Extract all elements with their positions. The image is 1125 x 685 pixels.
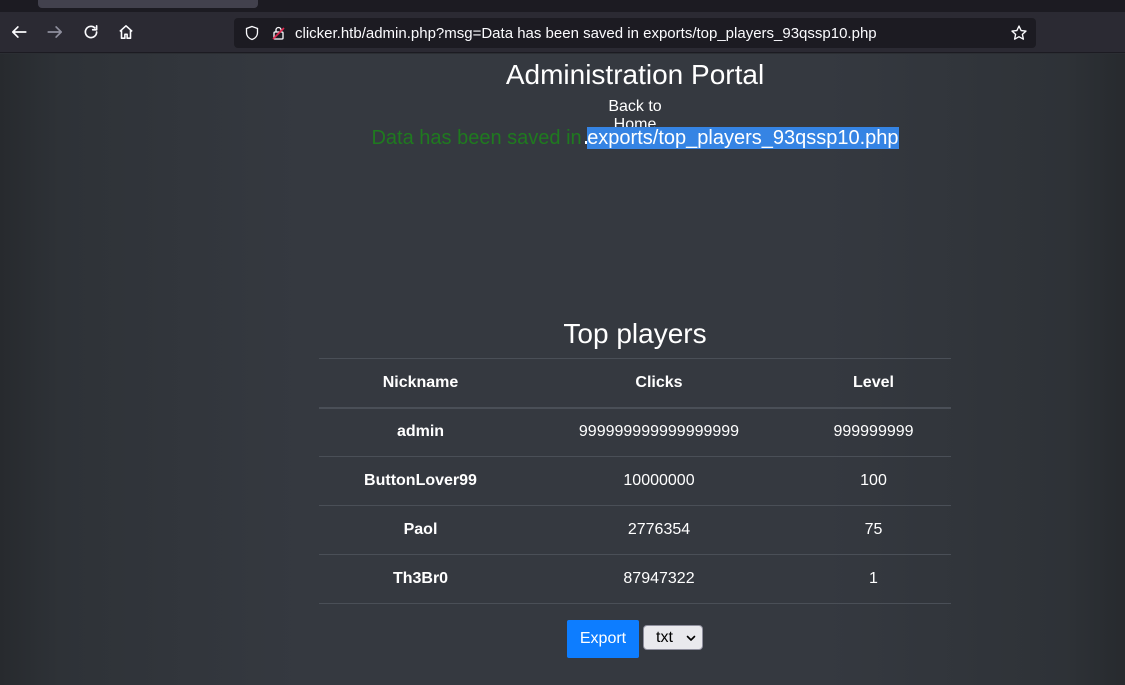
table-row: ButtonLover99 10000000 100 — [319, 456, 951, 506]
player-clicks: 2776354 — [522, 505, 796, 555]
player-nickname: admin — [319, 407, 522, 457]
browser-tab[interactable] — [38, 0, 258, 8]
column-header-clicks: Clicks — [522, 358, 796, 409]
player-level: 999999999 — [796, 407, 951, 457]
back-arrow-icon[interactable] — [7, 20, 31, 44]
table-header-row: Nickname Clicks Level — [319, 358, 951, 409]
home-icon[interactable] — [114, 20, 138, 44]
export-button[interactable]: Export — [567, 620, 639, 658]
table-row: admin 999999999999999999 999999999 — [319, 407, 951, 457]
player-level: 100 — [796, 456, 951, 506]
player-clicks: 87947322 — [522, 554, 796, 604]
status-message-text: Data has been saved in — [371, 127, 588, 149]
export-format-select[interactable]: txt — [643, 625, 703, 650]
player-clicks: 999999999999999999 — [522, 407, 796, 457]
column-header-nickname: Nickname — [319, 358, 522, 409]
player-level: 1 — [796, 554, 951, 604]
address-bar[interactable]: clicker.htb/admin.php?msg=Data has been … — [234, 18, 1036, 48]
tab-strip — [0, 0, 1125, 12]
top-players-table: Nickname Clicks Level admin 999999999999… — [319, 358, 951, 604]
forward-arrow-icon[interactable] — [43, 20, 67, 44]
player-level: 75 — [796, 505, 951, 555]
insecure-lock-icon[interactable] — [271, 25, 287, 41]
reload-icon[interactable] — [79, 20, 103, 44]
player-nickname: Th3Br0 — [319, 554, 522, 604]
tracking-shield-icon[interactable] — [244, 25, 260, 41]
status-message: Data has been saved in exports/top_playe… — [0, 127, 1125, 150]
status-message-path: exports/top_players_93qssp10.php — [587, 127, 899, 149]
browser-toolbar: clicker.htb/admin.php?msg=Data has been … — [0, 12, 1125, 53]
page-title: Administration Portal — [505, 59, 765, 90]
column-header-level: Level — [796, 358, 951, 409]
chevron-down-icon — [686, 635, 696, 641]
export-format-value: txt — [656, 628, 673, 646]
player-nickname: ButtonLover99 — [319, 456, 522, 506]
page-content: Administration Portal Back to Home Data … — [0, 54, 1125, 685]
top-players-heading: Top players — [563, 318, 707, 349]
player-clicks: 10000000 — [522, 456, 796, 506]
url-text[interactable]: clicker.htb/admin.php?msg=Data has been … — [295, 25, 877, 42]
table-row: Th3Br0 87947322 1 — [319, 554, 951, 604]
player-nickname: Paol — [319, 505, 522, 555]
bookmark-star-icon[interactable] — [1010, 24, 1028, 42]
table-row: Paol 2776354 75 — [319, 505, 951, 555]
